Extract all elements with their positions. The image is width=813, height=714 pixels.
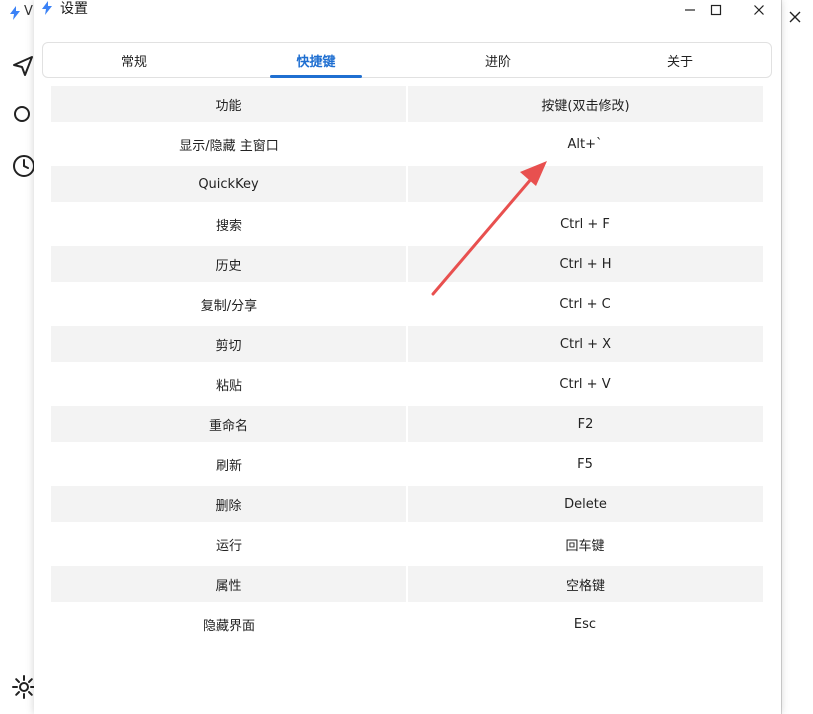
key-cell[interactable]: Ctrl + H (408, 246, 763, 282)
header-function: 功能 (51, 86, 406, 122)
gear-icon[interactable] (12, 675, 36, 699)
window-title: 设置 (60, 1, 88, 17)
table-row[interactable]: 刷新 F5 (51, 446, 763, 482)
function-cell: 重命名 (51, 406, 406, 442)
table-row[interactable]: 显示/隐藏 主窗口 Alt+` (51, 126, 763, 162)
search-icon[interactable] (12, 104, 34, 126)
history-icon[interactable] (12, 154, 36, 178)
function-cell: 历史 (51, 246, 406, 282)
key-cell[interactable]: F5 (407, 446, 763, 482)
function-cell: 搜索 (215, 218, 242, 234)
function-cell: 隐藏界面 (202, 618, 255, 634)
maximize-icon (710, 4, 722, 16)
tab-bar: 常规 快捷键 进阶 关于 (42, 42, 772, 78)
tab-advanced[interactable]: 进阶 (407, 43, 589, 77)
function-cell: 运行 (215, 538, 242, 554)
table-row[interactable]: 搜索 Ctrl + F (51, 206, 763, 242)
key-cell[interactable]: Ctrl + V (407, 366, 763, 402)
table-row[interactable]: 隐藏界面 Esc (51, 606, 763, 642)
send-icon[interactable] (12, 55, 34, 77)
minimize-icon (685, 9, 695, 11)
table-row[interactable]: 复制/分享 Ctrl + C (51, 286, 763, 322)
lightning-icon (10, 6, 20, 20)
function-cell: 显示/隐藏 主窗口 (179, 138, 279, 154)
table-header: 功能 按键(双击修改) (51, 86, 763, 122)
tab-general[interactable]: 常规 (43, 43, 225, 77)
table-row[interactable]: 删除 Delete (51, 486, 763, 522)
table-row[interactable]: 剪切 Ctrl + X (51, 326, 763, 362)
function-cell: 粘贴 (215, 378, 242, 394)
key-cell[interactable] (408, 166, 763, 202)
key-cell[interactable]: Ctrl + X (408, 326, 763, 362)
maximize-button[interactable] (698, 0, 734, 20)
function-cell: 刷新 (215, 458, 242, 474)
key-cell[interactable]: 回车键 (407, 526, 763, 562)
table-row[interactable]: 粘贴 Ctrl + V (51, 366, 763, 402)
function-cell: 剪切 (51, 326, 406, 362)
tab-shortcuts[interactable]: 快捷键 (225, 43, 407, 77)
function-cell: 属性 (51, 566, 406, 602)
tab-about[interactable]: 关于 (589, 43, 771, 77)
key-cell[interactable]: Ctrl + C (407, 286, 763, 322)
function-cell: QuickKey (51, 166, 406, 202)
key-cell[interactable]: F2 (408, 406, 763, 442)
close-icon[interactable] (788, 10, 802, 24)
key-cell[interactable]: Alt+` (407, 126, 763, 162)
key-cell[interactable]: Ctrl + F (407, 206, 763, 242)
header-key: 按键(双击修改) (408, 86, 763, 122)
background-window-right (781, 0, 813, 714)
background-window-title: V (24, 4, 33, 19)
key-cell[interactable]: Esc (407, 606, 763, 642)
title-bar[interactable]: 设置 (34, 0, 781, 22)
background-window-left: V (0, 0, 36, 714)
function-cell: 复制/分享 (200, 298, 258, 314)
key-cell[interactable]: 空格键 (408, 566, 763, 602)
close-icon (754, 5, 764, 15)
table-row[interactable]: 属性 空格键 (51, 566, 763, 602)
table-row[interactable]: 运行 回车键 (51, 526, 763, 562)
table-row[interactable]: QuickKey (51, 166, 763, 202)
key-cell[interactable]: Delete (408, 486, 763, 522)
table-row[interactable]: 重命名 F2 (51, 406, 763, 442)
settings-window: 设置 常规 快捷键 进阶 关于 功能 按键(双击修改) 显示/隐藏 主窗口 Al… (34, 0, 781, 714)
function-cell: 删除 (51, 486, 406, 522)
shortcut-table: 功能 按键(双击修改) 显示/隐藏 主窗口 Alt+` QuickKey 搜索 … (51, 86, 763, 646)
lightning-icon (42, 1, 52, 15)
close-button[interactable] (741, 0, 777, 20)
table-row[interactable]: 历史 Ctrl + H (51, 246, 763, 282)
